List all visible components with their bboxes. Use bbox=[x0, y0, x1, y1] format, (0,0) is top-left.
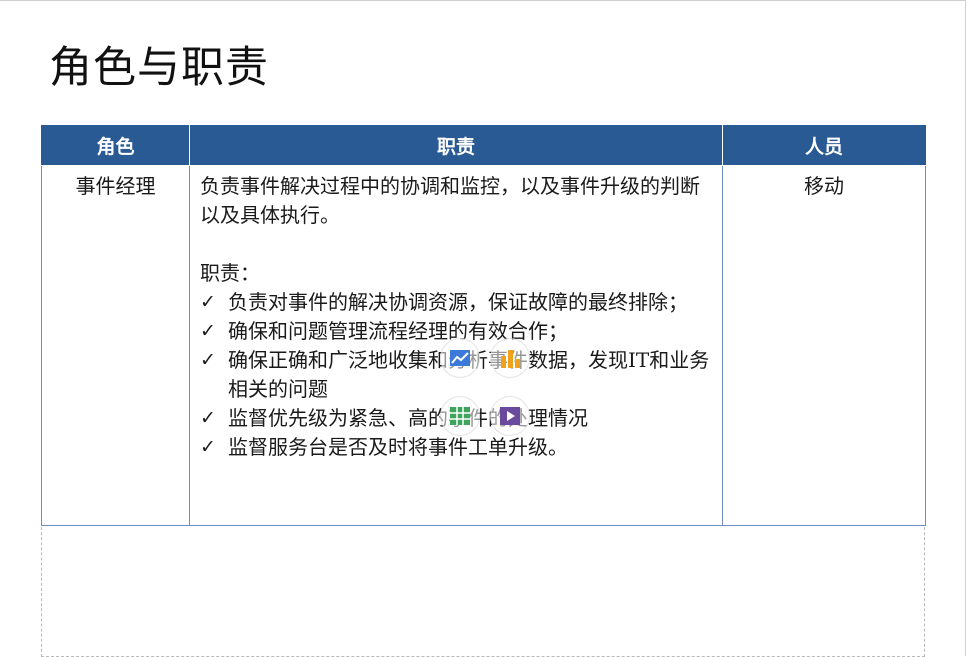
table-header-row: 角色 职责 人员 bbox=[41, 125, 926, 166]
slide-canvas: 角色与职责 角色 职责 人员 事件经理 负责事件解决过程中的协调和监控，以及事件… bbox=[0, 0, 966, 657]
check-icon: ✓ bbox=[200, 291, 216, 313]
list-item: ✓ 监督服务台是否及时将事件工单升级。 bbox=[198, 433, 714, 462]
insert-video-icon[interactable] bbox=[490, 396, 530, 436]
roles-table[interactable]: 角色 职责 人员 事件经理 负责事件解决过程中的协调和监控，以及事件升级的判断以… bbox=[41, 125, 926, 526]
check-icon: ✓ bbox=[200, 436, 216, 458]
cell-role[interactable]: 事件经理 bbox=[41, 165, 190, 526]
header-person[interactable]: 人员 bbox=[722, 125, 926, 166]
content-placeholder[interactable] bbox=[41, 527, 925, 657]
cell-person[interactable]: 移动 bbox=[722, 165, 926, 526]
check-icon: ✓ bbox=[200, 320, 216, 342]
list-item: ✓ 负责对事件的解决协调资源，保证故障的最终排除； bbox=[198, 288, 714, 317]
insert-content-icons bbox=[440, 338, 540, 436]
slide-title[interactable]: 角色与职责 bbox=[49, 47, 269, 90]
header-role[interactable]: 角色 bbox=[41, 125, 190, 166]
list-item-text: 监督服务台是否及时将事件工单升级。 bbox=[228, 435, 568, 459]
insert-chart-icon[interactable] bbox=[440, 338, 480, 378]
responsibility-heading: 职责： bbox=[200, 261, 260, 285]
check-icon: ✓ bbox=[200, 349, 216, 371]
insert-table-icon[interactable] bbox=[440, 396, 480, 436]
insert-bar-chart-icon[interactable] bbox=[490, 338, 530, 378]
check-icon: ✓ bbox=[200, 407, 216, 429]
header-responsibility[interactable]: 职责 bbox=[189, 125, 723, 166]
list-item-text: 负责对事件的解决协调资源，保证故障的最终排除； bbox=[228, 290, 688, 314]
responsibility-intro: 负责事件解决过程中的协调和监控，以及事件升级的判断以及具体执行。 bbox=[200, 174, 700, 227]
